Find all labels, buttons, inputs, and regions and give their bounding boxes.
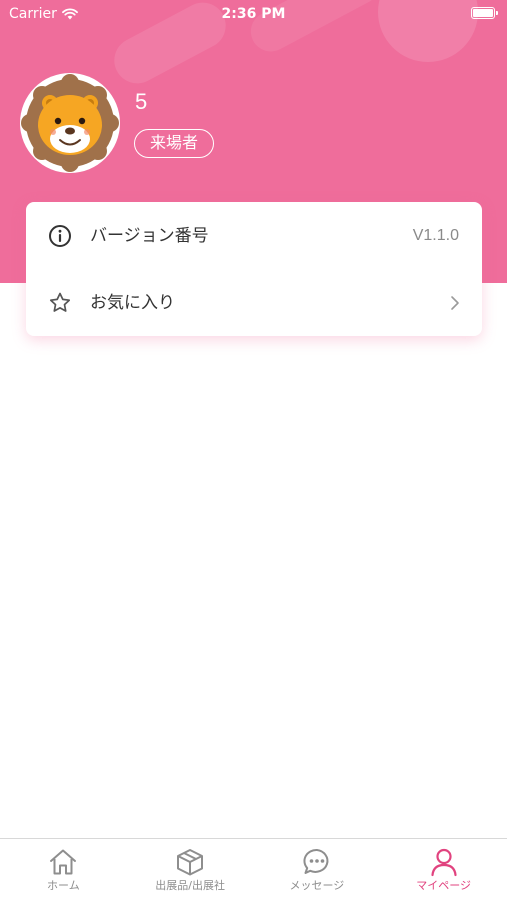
- version-row: バージョン番号 V1.1.0: [26, 202, 482, 269]
- settings-card: バージョン番号 V1.1.0 お気に入り: [26, 202, 482, 336]
- tab-exhibits-label: 出展品/出展社: [155, 879, 225, 892]
- chevron-right-icon: [451, 296, 459, 310]
- tab-messages[interactable]: メッセージ: [254, 839, 381, 900]
- battery-icon: [471, 7, 498, 19]
- box-icon: [177, 849, 204, 876]
- role-badge: 来場者: [134, 129, 215, 158]
- star-icon: [49, 292, 71, 312]
- tab-home[interactable]: ホーム: [0, 839, 127, 900]
- tab-home-label: ホーム: [47, 879, 80, 892]
- user-name: 5: [135, 89, 148, 114]
- tab-exhibits[interactable]: 出展品/出展社: [127, 839, 254, 900]
- tab-messages-label: メッセージ: [289, 879, 345, 892]
- tab-mypage[interactable]: マイページ: [380, 839, 507, 900]
- favorites-label: お気に入り: [90, 293, 175, 313]
- my-page-screen: Carrier 2:36 PM 5 来場者 バージョン番号 V1.1.0 お気に…: [0, 0, 507, 900]
- tab-bar: ホーム 出展品/出展社 メッセージ マイページ: [0, 838, 507, 900]
- tab-mypage-label: マイページ: [416, 879, 472, 892]
- home-icon: [50, 849, 77, 875]
- status-time: 2:36 PM: [221, 6, 286, 22]
- status-bar: Carrier 2:36 PM: [0, 0, 507, 28]
- version-value: V1.1.0: [412, 227, 459, 244]
- chat-icon: [303, 848, 329, 874]
- favorites-row[interactable]: お気に入り: [26, 269, 482, 336]
- person-icon: [431, 848, 457, 877]
- avatar[interactable]: [20, 73, 120, 173]
- version-label: バージョン番号: [90, 226, 209, 246]
- info-icon: [49, 225, 71, 247]
